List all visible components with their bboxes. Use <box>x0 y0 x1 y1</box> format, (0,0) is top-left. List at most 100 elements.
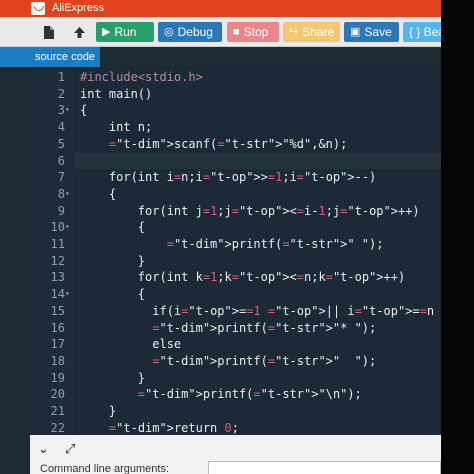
tab-source-code[interactable]: source code <box>0 47 100 67</box>
line-number: 5 <box>57 136 65 151</box>
command-line-label: Command line arguments: <box>40 463 170 474</box>
line-number: 21 <box>50 404 65 418</box>
code-line[interactable]: 9 for(int j=1;j="t-op"><=i-1;j="t-op">++… <box>30 203 441 220</box>
code-text: { <box>80 103 88 118</box>
code-line[interactable]: 15 if(i="t-op">==1 ="t-op">|| i="t-op">=… <box>30 303 441 320</box>
save-icon: ▣ <box>350 26 361 38</box>
code-text: ="t-dim">printf(="t-str">"* "); <box>152 320 377 335</box>
save-button[interactable]: ▣ Save <box>344 22 399 42</box>
code-text: else <box>80 337 182 352</box>
fold-chevron-icon[interactable]: ▾ <box>65 186 75 203</box>
line-number: 3 <box>57 103 65 118</box>
line-number: 7 <box>57 170 65 185</box>
line-number: 4 <box>57 120 65 135</box>
code-line[interactable]: 4 int n; <box>30 119 441 136</box>
code-text: } <box>80 404 117 418</box>
line-number: 13 <box>50 270 65 285</box>
code-text: } <box>80 253 146 268</box>
code-line[interactable]: 18 ="t-dim">printf(="t-str">" "); <box>30 353 441 370</box>
share-button[interactable]: ↪ Share <box>283 22 340 42</box>
run-button[interactable]: ▶ Run <box>96 22 154 42</box>
line-number: 20 <box>50 387 65 402</box>
code-text: ="t-dim">printf(="t-str">"\n"); <box>137 387 362 402</box>
play-icon: ▶ <box>102 26 111 38</box>
debug-button[interactable]: ◎ Debug <box>158 22 222 42</box>
code-line[interactable]: 16 ="t-dim">printf(="t-str">"* "); <box>30 320 441 337</box>
toolbar-button-label: Save <box>364 25 392 39</box>
line-number: 12 <box>50 253 65 268</box>
code-text: #include<stdio.h> <box>80 70 203 84</box>
line-number: 8 <box>57 186 65 201</box>
fold-chevron-icon[interactable]: ▾ <box>65 286 75 303</box>
ide-window: AliExpress ▶ Run ◎ Debug ■ Stop ↪ Share ▣ Save{ }… <box>0 0 441 474</box>
tab-bar: source code <box>0 47 441 67</box>
stop-icon: ■ <box>233 26 240 38</box>
code-line[interactable]: 19 } <box>30 370 441 387</box>
line-number: 1 <box>57 70 65 84</box>
fold-chevron-icon[interactable]: ▾ <box>65 219 75 236</box>
command-line-input[interactable] <box>208 461 441 474</box>
code-line[interactable]: 2 int main() <box>30 86 441 103</box>
code-text: { <box>80 186 117 201</box>
line-number: 15 <box>50 303 65 318</box>
toolbar-button-label: Debug <box>177 25 213 39</box>
line-number: 16 <box>50 320 65 335</box>
line-number: 14 <box>50 287 65 302</box>
line-number: 9 <box>57 203 65 218</box>
line-number: 10 <box>50 220 65 235</box>
code-line[interactable]: 12 } <box>30 253 441 270</box>
line-number: 11 <box>50 237 65 251</box>
code-line[interactable]: 3 ▾ { <box>30 102 441 119</box>
share-icon: ↪ <box>289 26 299 38</box>
toolbar: ▶Run◎Debug■Stop↪Share▣Save{ } Bea <box>0 17 441 47</box>
code-text: int n; <box>80 120 153 135</box>
code-line[interactable]: 7 for(int i=n;i="t-op">>=1;i="t-op">--) <box>30 169 441 186</box>
line-number: 19 <box>50 370 65 385</box>
toolbar-button-label: Stop <box>243 25 269 39</box>
code-line[interactable]: 11 ="t-dim">printf(="t-str">" "); <box>30 236 441 253</box>
code-text: for(int k=1;k="t-op"><=n;k="t-op">++) <box>80 270 406 285</box>
code-line[interactable]: 6 <box>30 153 441 170</box>
code-text: for(int j=1;j="t-op"><=i-1;j="t-op">++) <box>80 203 420 218</box>
code-line[interactable]: 22 ="t-dim">return 0; <box>30 420 441 435</box>
chevron-down-icon[interactable]: ⌄ <box>38 441 49 457</box>
right-edge <box>441 0 474 474</box>
toolbar-button-label: Share <box>302 25 335 39</box>
code-text: for(int i=n;i="t-op">>=1;i="t-op">--) <box>80 170 377 185</box>
line-number: 6 <box>57 153 65 168</box>
debug-icon: ◎ <box>164 26 174 38</box>
code-line[interactable]: 13 for(int k=1;k="t-op"><=n;k="t-op">++) <box>30 269 441 286</box>
code-text: ="t-dim">return 0; <box>108 420 239 435</box>
code-line[interactable]: 20 ="t-dim">printf(="t-str">"\n"); <box>30 386 441 403</box>
aliexpress-app-icon <box>31 2 45 15</box>
code-editor[interactable]: 1 #include<stdio.h> 2 int main() 3 ▾{4 int n;… <box>30 67 441 435</box>
bottom-panel: ⌄ ⤢ Command line arguments: <box>30 435 441 474</box>
code-line[interactable]: 5 ="t-dim">scanf(="t-str">"%d",&n); <box>30 136 441 153</box>
code-line[interactable]: 1 #include<stdio.h> <box>30 69 441 86</box>
fold-chevron-icon[interactable]: ▾ <box>65 102 75 119</box>
stop-button[interactable]: ■ Stop <box>227 22 279 42</box>
line-number: 22 <box>50 420 65 435</box>
line-number: 18 <box>50 353 65 368</box>
bea-button[interactable]: { } Bea <box>403 22 441 42</box>
upload-icon[interactable] <box>66 22 92 42</box>
code-text: int main() <box>80 86 153 101</box>
window-title: AliExpress <box>52 2 104 14</box>
code-text: if(i="t-op">==1 ="t-op">|| i="t-op">==n … <box>80 303 441 318</box>
tab-label: source code <box>35 51 95 63</box>
code-text: { <box>80 220 146 235</box>
code-text: { <box>80 287 146 302</box>
code-line[interactable]: 10 ▾ { <box>30 219 441 236</box>
toolbar-button-label: { } Bea <box>409 25 441 39</box>
code-line[interactable]: 17 else <box>30 336 441 353</box>
code-line[interactable]: 14 ▾ { <box>30 286 441 303</box>
code-line[interactable]: 8 ▾ { <box>30 186 441 203</box>
code-text: } <box>80 370 146 385</box>
expand-icon[interactable]: ⤢ <box>65 441 75 457</box>
code-text: ="t-dim">printf(="t-str">" "); <box>152 353 377 368</box>
new-file-icon[interactable] <box>35 22 61 42</box>
left-margin <box>0 67 30 474</box>
code-text: ="t-dim">printf(="t-str">" "); <box>166 237 384 251</box>
code-line[interactable]: 21 } <box>30 403 441 420</box>
